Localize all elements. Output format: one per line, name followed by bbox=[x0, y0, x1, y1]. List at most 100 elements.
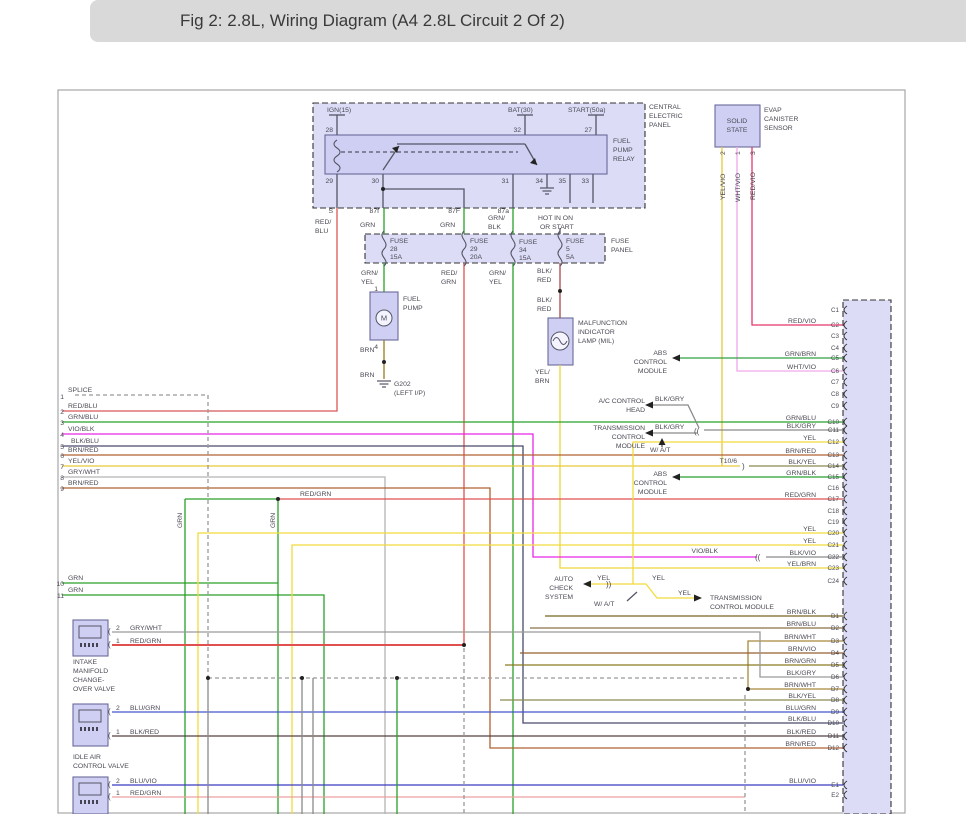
wire-color-label: BRN/GRN bbox=[785, 658, 816, 665]
diagram-label: BRN bbox=[360, 372, 374, 379]
diagram-label: 87a bbox=[498, 208, 510, 215]
diagram-label: 35 bbox=[558, 178, 566, 185]
connector-pin-id: C10 bbox=[827, 419, 839, 426]
diagram-label: (( bbox=[694, 427, 700, 436]
diagram-label: )) bbox=[606, 580, 612, 589]
diagram-label: 34 bbox=[535, 178, 543, 185]
connector-pin-id: C19 bbox=[827, 519, 839, 526]
diagram-label: 87F bbox=[448, 208, 460, 215]
diagram-label: 6 bbox=[60, 453, 64, 460]
diagram-label: 33 bbox=[581, 178, 589, 185]
diagram-label: 4 bbox=[374, 344, 378, 351]
diagram-label: 28 bbox=[390, 246, 398, 253]
diagram-label: CHANGE- bbox=[73, 677, 104, 684]
diagram-label: LAMP (MIL) bbox=[578, 338, 614, 345]
diagram-label: RED/GRN bbox=[130, 790, 161, 797]
junction-dot bbox=[558, 289, 562, 293]
diagram-label: ( bbox=[108, 792, 111, 801]
diagram-label: W/ A/T bbox=[650, 447, 670, 454]
diagram-label: 31 bbox=[501, 178, 509, 185]
diagram-label: CONTROL VALVE bbox=[73, 763, 129, 770]
diagram-label: CANISTER bbox=[764, 116, 798, 123]
wiring-diagram-canvas: C1C2RED/VIOC3C4C5GRN/BRNC6WHT/VIOC7C8C9C… bbox=[0, 0, 966, 814]
diagram-label: GRN bbox=[441, 279, 456, 286]
diagram-label: 1 bbox=[735, 151, 742, 155]
diagram-label: BLK bbox=[488, 224, 501, 231]
connector-pin-id: C21 bbox=[827, 542, 839, 549]
diagram-label: 5A bbox=[566, 254, 575, 261]
diagram-label: RELAY bbox=[613, 156, 635, 163]
diagram-label: RED/GRN bbox=[130, 638, 161, 645]
connector-pin-id: C2 bbox=[831, 322, 840, 329]
wire-color-label: YEL bbox=[803, 538, 816, 545]
diagram-label: YEL bbox=[678, 590, 691, 597]
diagram-label: RED/BLU bbox=[68, 403, 98, 410]
diagram-label: BRN/RED bbox=[68, 447, 99, 454]
diagram-label: CONTROL bbox=[634, 480, 667, 487]
diagram-label: GRN bbox=[68, 575, 83, 582]
connector-pin-id: D11 bbox=[828, 733, 840, 740]
diagram-label: BLK/GRY bbox=[655, 396, 685, 403]
diagram-label: 15A bbox=[390, 254, 403, 261]
diagram-label: T10/6 bbox=[720, 458, 738, 465]
diagram-label: YEL/VIO bbox=[68, 458, 94, 465]
diagram-label: SPLICE bbox=[68, 387, 93, 394]
junction-dot bbox=[382, 360, 386, 364]
junction-dot bbox=[746, 687, 750, 691]
connector-pin-id: D6 bbox=[831, 674, 840, 681]
diagram-label: 20A bbox=[470, 254, 483, 261]
diagram-label: GRN bbox=[270, 513, 277, 528]
diagram-label: BLK/BLU bbox=[71, 438, 99, 445]
diagram-label: FUEL bbox=[403, 296, 421, 303]
diagram-label: (LEFT I/P) bbox=[394, 390, 425, 397]
diagram-label: MODULE bbox=[638, 489, 668, 496]
wire-color-label: BLK/RED bbox=[787, 729, 816, 736]
diagram-label: GRN bbox=[360, 222, 375, 229]
connector-pin-id: C4 bbox=[831, 345, 840, 352]
diagram-label: ( bbox=[108, 627, 111, 636]
wire-color-label: BRN/WHT bbox=[784, 682, 816, 689]
diagram-label: GRN/BLU bbox=[68, 414, 98, 421]
diagram-label: 9 bbox=[60, 486, 64, 493]
diagram-label: 2 bbox=[116, 625, 120, 632]
connector-pin-id: C9 bbox=[831, 403, 840, 410]
connector-pin-id: D7 bbox=[831, 686, 840, 693]
diagram-label: SOLID bbox=[727, 118, 747, 125]
junction-dot bbox=[276, 497, 280, 501]
diagram-label: 3 bbox=[60, 420, 64, 427]
connector-pin-id: D12 bbox=[827, 745, 839, 752]
diagram-label: YEL/VIO bbox=[720, 174, 727, 200]
diagram-label: PUMP bbox=[613, 147, 633, 154]
wiring-diagram-viewer: Fig 2: 2.8L, Wiring Diagram (A4 2.8L Cir… bbox=[0, 0, 966, 814]
diagram-label: TRANSMISSION bbox=[593, 425, 645, 432]
junction-dot bbox=[462, 643, 466, 647]
wire-color-label: BLK/YEL bbox=[788, 693, 816, 700]
diagram-label: BLU/VIO bbox=[130, 778, 157, 785]
diagram-label: 2 bbox=[720, 151, 727, 155]
diagram-label: RED bbox=[537, 306, 551, 313]
diagram-label: MANIFOLD bbox=[73, 668, 108, 675]
connector-pin-id: C6 bbox=[831, 368, 840, 375]
wire-color-label: BLK/GRY bbox=[787, 670, 817, 677]
diagram-label: FUEL bbox=[613, 138, 631, 145]
diagram-label: ABS bbox=[653, 471, 667, 478]
connector-pin-id: C22 bbox=[827, 554, 839, 561]
connector-pin-id: E2 bbox=[831, 792, 839, 799]
connector-pin-id: C3 bbox=[831, 333, 840, 340]
diagram-label: FUSE bbox=[470, 238, 489, 245]
connector-pin-id: C20 bbox=[827, 530, 839, 537]
solid-state-box bbox=[715, 105, 760, 147]
diagram-label: BLK/GRY bbox=[655, 424, 685, 431]
diagram-label: 1 bbox=[116, 638, 120, 645]
wire-color-label: GRN/BRN bbox=[785, 351, 816, 358]
diagram-label: 3 bbox=[750, 151, 757, 155]
diagram-label: RED/ bbox=[441, 270, 457, 277]
diagram-label: (( bbox=[755, 553, 761, 562]
diagram-label: 29 bbox=[325, 178, 333, 185]
diagram-label: INDICATOR bbox=[578, 329, 615, 336]
diagram-label: W/ A/T bbox=[594, 601, 614, 608]
diagram-label: YEL bbox=[652, 575, 665, 582]
diagram-label: RED/GRN bbox=[300, 491, 331, 498]
connector-pin-id: D5 bbox=[831, 662, 840, 669]
diagram-label: 10 bbox=[56, 581, 64, 588]
